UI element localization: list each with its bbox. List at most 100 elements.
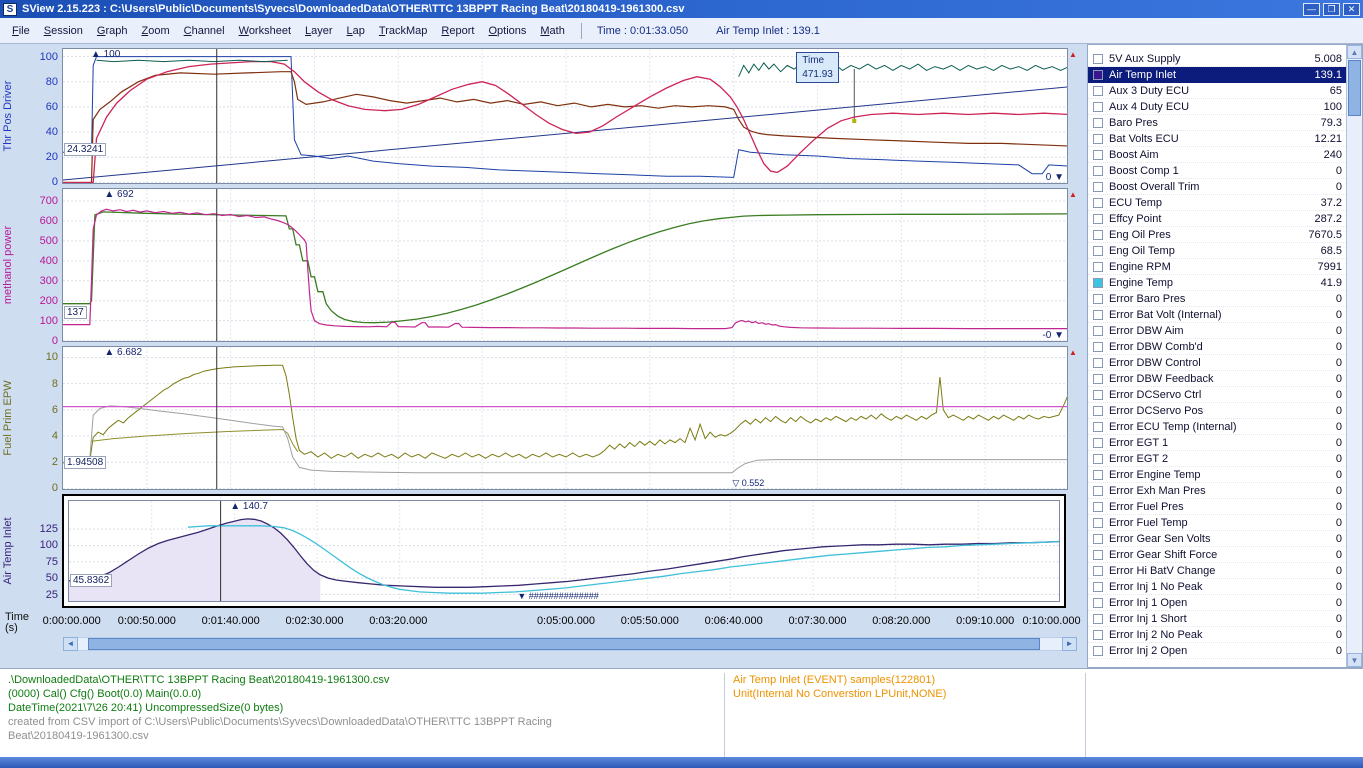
channel-checkbox[interactable] — [1093, 118, 1103, 128]
maximize-button[interactable]: ❐ — [1323, 3, 1340, 16]
channel-row-engine-temp[interactable]: Engine Temp41.9 — [1088, 275, 1346, 291]
scroll-up-icon[interactable]: ▲ — [1347, 45, 1362, 59]
channel-row-air-temp-inlet[interactable]: Air Temp Inlet139.1 — [1088, 67, 1346, 83]
channel-checkbox[interactable] — [1093, 294, 1103, 304]
plot-fuel-prim-epw[interactable]: ▲ 6.6821.94508▽ 0.552 — [62, 346, 1068, 490]
scroll-right-icon[interactable]: ► — [1062, 637, 1077, 651]
channel-row-error-baro-pres[interactable]: Error Baro Pres0 — [1088, 291, 1346, 307]
channel-row-eng-oil-temp[interactable]: Eng Oil Temp68.5 — [1088, 243, 1346, 259]
channel-checkbox[interactable] — [1093, 534, 1103, 544]
channel-row-boost-overall-trim[interactable]: Boost Overall Trim0 — [1088, 179, 1346, 195]
channel-row-error-dbw-control[interactable]: Error DBW Control0 — [1088, 355, 1346, 371]
channel-checkbox[interactable] — [1093, 134, 1103, 144]
channel-checkbox[interactable] — [1093, 246, 1103, 256]
menu-math[interactable]: Math — [533, 22, 571, 40]
menu-options[interactable]: Options — [481, 22, 533, 40]
channel-checkbox[interactable] — [1093, 230, 1103, 240]
channel-row-error-inj-1-open[interactable]: Error Inj 1 Open0 — [1088, 595, 1346, 611]
menu-trackmap[interactable]: TrackMap — [372, 22, 435, 40]
channel-checkbox[interactable] — [1093, 102, 1103, 112]
channel-row-error-fuel-pres[interactable]: Error Fuel Pres0 — [1088, 499, 1346, 515]
channel-row-error-bat-volt-internal-[interactable]: Error Bat Volt (Internal)0 — [1088, 307, 1346, 323]
channel-row-error-inj-1-short[interactable]: Error Inj 1 Short0 — [1088, 611, 1346, 627]
scroll-left-icon[interactable]: ◄ — [63, 637, 78, 651]
menu-layer[interactable]: Layer — [298, 22, 340, 40]
channel-checkbox[interactable] — [1093, 150, 1103, 160]
channel-checkbox[interactable] — [1093, 358, 1103, 368]
menu-worksheet[interactable]: Worksheet — [232, 22, 298, 40]
channel-checkbox[interactable] — [1093, 310, 1103, 320]
channel-checkbox[interactable] — [1093, 278, 1103, 288]
channel-row-bat-volts-ecu[interactable]: Bat Volts ECU12.21 — [1088, 131, 1346, 147]
channel-row-engine-rpm[interactable]: Engine RPM7991 — [1088, 259, 1346, 275]
minimize-button[interactable]: — — [1303, 3, 1320, 16]
hscrollbar-track[interactable] — [78, 637, 1062, 651]
channel-checkbox[interactable] — [1093, 326, 1103, 336]
channel-row-aux-4-duty-ecu[interactable]: Aux 4 Duty ECU100 — [1088, 99, 1346, 115]
channel-checkbox[interactable] — [1093, 390, 1103, 400]
channel-checkbox[interactable] — [1093, 566, 1103, 576]
channel-checkbox[interactable] — [1093, 454, 1103, 464]
menu-file[interactable]: File — [5, 22, 37, 40]
menu-session[interactable]: Session — [37, 22, 90, 40]
channel-checkbox[interactable] — [1093, 166, 1103, 176]
channel-row-error-hi-batv-change[interactable]: Error Hi BatV Change0 — [1088, 563, 1346, 579]
channel-checkbox[interactable] — [1093, 630, 1103, 640]
channel-row-error-dbw-aim[interactable]: Error DBW Aim0 — [1088, 323, 1346, 339]
channel-checkbox[interactable] — [1093, 374, 1103, 384]
channel-checkbox[interactable] — [1093, 70, 1103, 80]
menu-lap[interactable]: Lap — [340, 22, 372, 40]
channel-row-error-fuel-temp[interactable]: Error Fuel Temp0 — [1088, 515, 1346, 531]
channel-checkbox[interactable] — [1093, 582, 1103, 592]
channel-row-error-gear-sen-volts[interactable]: Error Gear Sen Volts0 — [1088, 531, 1346, 547]
channel-row-error-dbw-feedback[interactable]: Error DBW Feedback0 — [1088, 371, 1346, 387]
channel-row-error-inj-1-no-peak[interactable]: Error Inj 1 No Peak0 — [1088, 579, 1346, 595]
vscrollbar-thumb[interactable] — [1348, 60, 1361, 116]
channel-checkbox[interactable] — [1093, 486, 1103, 496]
close-button[interactable]: ✕ — [1343, 3, 1360, 16]
channel-checkbox[interactable] — [1093, 422, 1103, 432]
channel-row-ecu-temp[interactable]: ECU Temp37.2 — [1088, 195, 1346, 211]
channel-row-error-egt-2[interactable]: Error EGT 20 — [1088, 451, 1346, 467]
channel-row-error-ecu-temp-internal-[interactable]: Error ECU Temp (Internal)0 — [1088, 419, 1346, 435]
channel-checkbox[interactable] — [1093, 198, 1103, 208]
channel-checkbox[interactable] — [1093, 550, 1103, 560]
channel-row-error-dcservo-ctrl[interactable]: Error DCServo Ctrl0 — [1088, 387, 1346, 403]
channel-row-error-gear-shift-force[interactable]: Error Gear Shift Force0 — [1088, 547, 1346, 563]
channel-row-error-dbw-comb-d[interactable]: Error DBW Comb'd0 — [1088, 339, 1346, 355]
plot-air-temp-inlet[interactable]: ▲ 140.745.8362▼ ############## — [68, 500, 1060, 602]
channel-checkbox[interactable] — [1093, 598, 1103, 608]
plot-thr-pos-driver[interactable]: Time471.93▲ 10024.32410 ▼ — [62, 48, 1068, 184]
plot-methanol-power[interactable]: ▲ 692137-0 ▼ — [62, 188, 1068, 342]
channel-row-eng-oil-pres[interactable]: Eng Oil Pres7670.5 — [1088, 227, 1346, 243]
channel-row-error-egt-1[interactable]: Error EGT 10 — [1088, 435, 1346, 451]
menu-report[interactable]: Report — [434, 22, 481, 40]
channel-row-error-inj-2-open[interactable]: Error Inj 2 Open0 — [1088, 643, 1346, 659]
channel-row-aux-3-duty-ecu[interactable]: Aux 3 Duty ECU65 — [1088, 83, 1346, 99]
channel-row-boost-comp-1[interactable]: Boost Comp 10 — [1088, 163, 1346, 179]
horizontal-scrollbar[interactable]: ◄ ► — [63, 637, 1077, 651]
channel-row-error-exh-man-pres[interactable]: Error Exh Man Pres0 — [1088, 483, 1346, 499]
channel-checkbox[interactable] — [1093, 518, 1103, 528]
menu-zoom[interactable]: Zoom — [134, 22, 176, 40]
channel-row-error-inj-2-no-peak[interactable]: Error Inj 2 No Peak0 — [1088, 627, 1346, 643]
channel-checkbox[interactable] — [1093, 614, 1103, 624]
hscrollbar-thumb[interactable] — [88, 638, 1040, 650]
menu-graph[interactable]: Graph — [90, 22, 135, 40]
channel-row-boost-aim[interactable]: Boost Aim240 — [1088, 147, 1346, 163]
channel-checkbox[interactable] — [1093, 438, 1103, 448]
menu-channel[interactable]: Channel — [177, 22, 232, 40]
channel-row-baro-pres[interactable]: Baro Pres79.3 — [1088, 115, 1346, 131]
channel-row-effcy-point[interactable]: Effcy Point287.2 — [1088, 211, 1346, 227]
channel-checkbox[interactable] — [1093, 646, 1103, 656]
channel-checkbox[interactable] — [1093, 214, 1103, 224]
channel-checkbox[interactable] — [1093, 54, 1103, 64]
channel-checkbox[interactable] — [1093, 470, 1103, 480]
channel-row-error-dcservo-pos[interactable]: Error DCServo Pos0 — [1088, 403, 1346, 419]
channel-checkbox[interactable] — [1093, 182, 1103, 192]
vertical-scrollbar[interactable]: ▲ ▼ — [1346, 45, 1362, 667]
channel-checkbox[interactable] — [1093, 406, 1103, 416]
channel-checkbox[interactable] — [1093, 502, 1103, 512]
scroll-down-icon[interactable]: ▼ — [1347, 653, 1362, 667]
channel-checkbox[interactable] — [1093, 262, 1103, 272]
